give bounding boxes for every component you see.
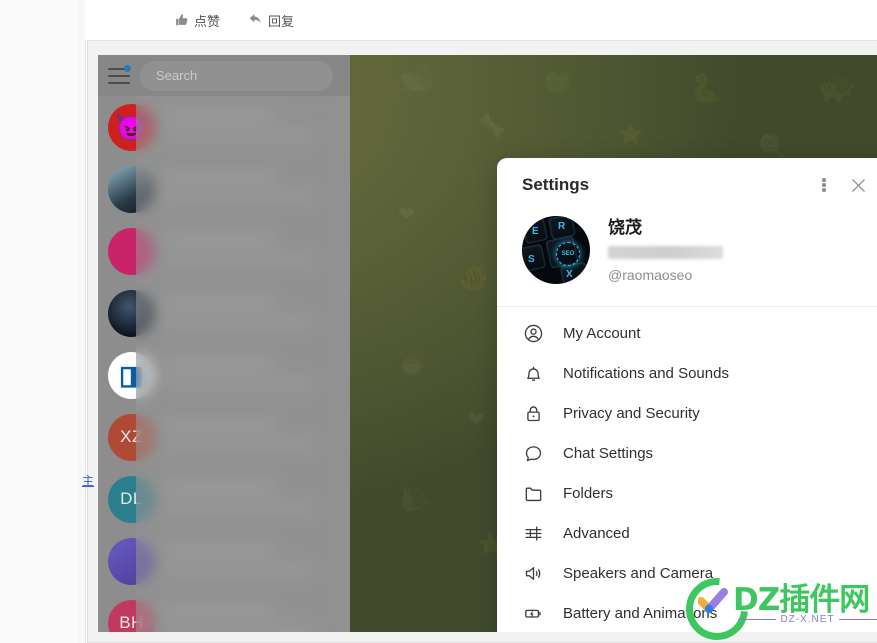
reply-button[interactable]: 回复	[248, 11, 294, 30]
settings-item-privacy[interactable]: Privacy and Security	[497, 393, 877, 433]
profile-block[interactable]: E R S X SEO 饶茂 @raomaoseo	[497, 212, 877, 306]
search-input[interactable]: Search	[140, 60, 333, 91]
more-vertical-icon[interactable]	[807, 168, 841, 202]
avatar	[108, 537, 155, 585]
chat-list-item[interactable]: 😈	[98, 96, 350, 158]
settings-item-folders[interactable]: Folders	[497, 473, 877, 513]
settings-item-label: Notifications and Sounds	[563, 364, 729, 382]
chat-preview	[164, 104, 342, 151]
bell-icon	[520, 363, 546, 384]
settings-item-speakers-camera[interactable]: Speakers and Camera	[497, 553, 877, 593]
avatar: ◨	[108, 351, 155, 399]
avatar: 😈	[108, 103, 155, 151]
avatar	[108, 165, 155, 213]
settings-item-my-account[interactable]: My Account	[497, 313, 877, 353]
chat-list-item[interactable]	[98, 282, 350, 344]
page-left-gutter	[0, 0, 85, 643]
chat-preview	[164, 414, 342, 461]
profile-username: @raomaoseo	[608, 266, 693, 283]
chat-list-sidebar: Search 😈 ◨ XZ DL BH	[98, 55, 350, 632]
chat-list-item[interactable]	[98, 158, 350, 220]
settings-item-label: My Account	[563, 324, 641, 342]
post-action-bar: 点赞 回复	[85, 0, 877, 40]
seo-key-glyph: SEO	[556, 242, 580, 266]
reply-label: 回复	[268, 13, 295, 29]
profile-phone-redacted	[608, 245, 723, 259]
chat-bubble-icon	[520, 443, 546, 464]
chat-list-item[interactable]: DL	[98, 468, 350, 530]
settings-dialog: Settings E R S X SEO 饶茂 @raomaoseo My Ac…	[497, 158, 877, 632]
hamburger-menu-icon[interactable]	[108, 64, 131, 84]
chat-preview	[164, 290, 342, 337]
chat-preview	[164, 352, 342, 399]
forum-page: 点赞 回复 主 🐋 🦴 🍏 ⭐ 🐍 🍭 🐢 ❤ 🐠 🦴 ⭐	[0, 0, 877, 643]
sliders-icon	[520, 523, 546, 544]
chat-list[interactable]: 😈 ◨ XZ DL BH	[98, 96, 350, 632]
avatar: XZ	[108, 413, 155, 461]
battery-icon	[520, 603, 546, 624]
close-icon[interactable]	[841, 168, 875, 202]
settings-item-label: Speakers and Camera	[563, 564, 714, 582]
user-circle-icon	[520, 323, 546, 344]
sidebar-link-truncated[interactable]: 主	[82, 472, 96, 488]
chat-preview	[164, 600, 342, 632]
chat-preview	[164, 166, 342, 213]
chat-preview	[164, 228, 342, 275]
folder-icon	[520, 483, 546, 504]
profile-name: 饶茂	[608, 218, 642, 238]
sidebar-header: Search	[98, 55, 350, 96]
settings-item-battery[interactable]: Battery and Animations	[497, 593, 877, 632]
settings-dialog-titlebar: Settings	[497, 158, 877, 212]
profile-text: 饶茂 @raomaoseo	[608, 217, 864, 283]
settings-item-advanced[interactable]: Advanced	[497, 513, 877, 553]
chat-list-item[interactable]	[98, 220, 350, 282]
settings-item-chat-settings[interactable]: Chat Settings	[497, 433, 877, 473]
avatar: BH	[108, 599, 155, 632]
avatar	[108, 227, 155, 275]
reply-arrow-icon	[248, 13, 263, 27]
avatar: DL	[108, 475, 155, 523]
speaker-icon	[520, 563, 546, 584]
thumbs-up-icon	[175, 13, 189, 27]
chat-list-item[interactable]: BH	[98, 592, 350, 632]
avatar[interactable]: E R S X SEO	[522, 216, 590, 284]
search-placeholder: Search	[156, 68, 198, 83]
telegram-screenshot: 🐋 🦴 🍏 ⭐ 🐍 🍭 🐢 ❤ 🐠 🦴 ⭐ 🐙 🍬 🦎 🐡 ❤ 🐊 🦴 🍭 ⭐ …	[98, 55, 877, 632]
settings-item-label: Privacy and Security	[563, 404, 700, 422]
lock-icon	[520, 403, 546, 424]
settings-item-label: Advanced	[563, 524, 630, 542]
chat-list-item[interactable]: XZ	[98, 406, 350, 468]
menu-badge-dot	[124, 64, 131, 72]
chat-list-item[interactable]: ◨	[98, 344, 350, 406]
settings-item-label: Chat Settings	[563, 444, 654, 462]
settings-item-notifications[interactable]: Notifications and Sounds	[497, 353, 877, 393]
settings-item-label: Battery and Animations	[563, 604, 718, 622]
avatar	[108, 289, 155, 337]
chat-preview	[164, 538, 342, 585]
settings-item-label: Folders	[563, 484, 614, 502]
page-left-gutter-inner	[0, 0, 78, 643]
chat-list-item[interactable]	[98, 530, 350, 592]
like-label: 点赞	[194, 13, 221, 29]
settings-list: My Account Notifications and Sounds Priv…	[497, 307, 877, 632]
settings-dialog-title: Settings	[522, 175, 590, 194]
chat-preview	[164, 476, 342, 523]
like-button[interactable]: 点赞	[175, 11, 220, 30]
